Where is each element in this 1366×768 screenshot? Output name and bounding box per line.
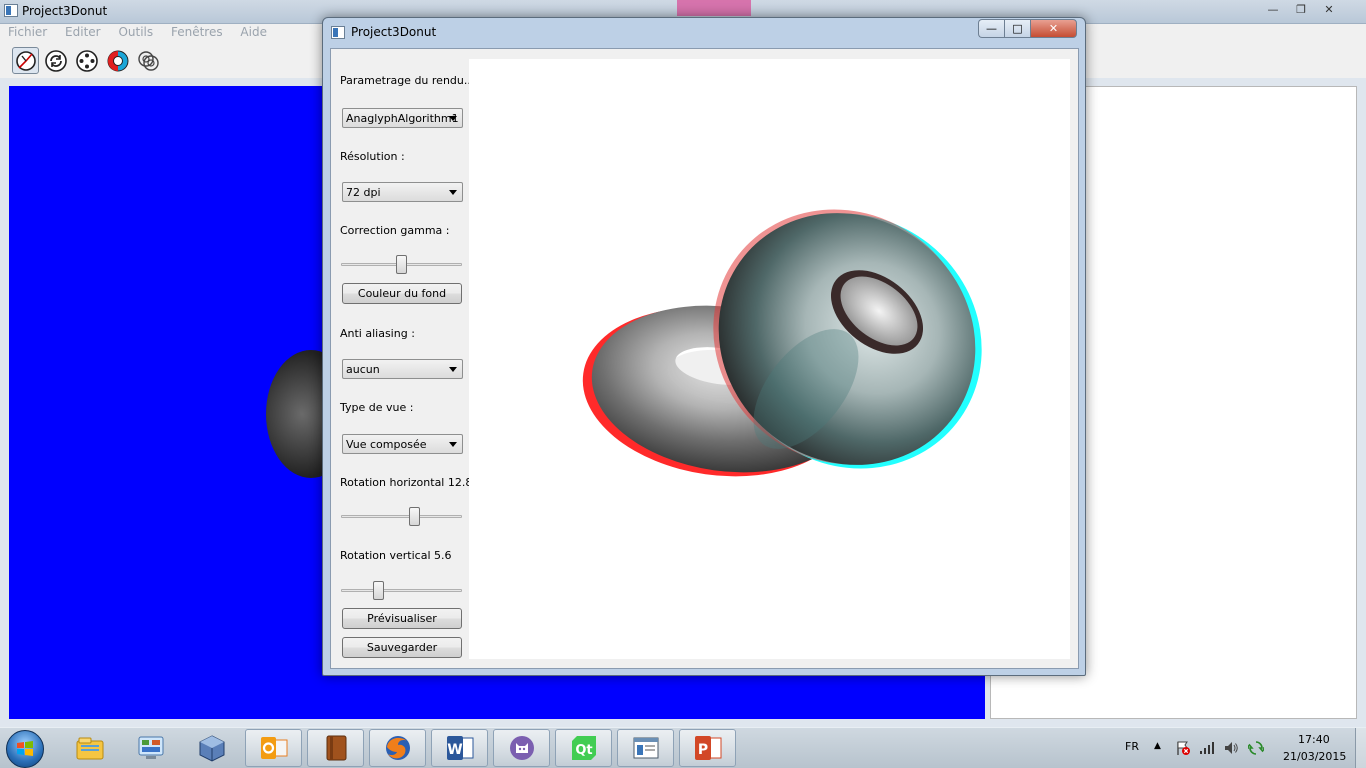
rotation-horizontal-thumb[interactable] xyxy=(409,507,420,526)
rings-icon[interactable] xyxy=(135,47,162,74)
close-icon[interactable]: ✕ xyxy=(1315,0,1343,18)
move-icon[interactable] xyxy=(73,47,100,74)
view-type-label: Type de vue : xyxy=(340,401,414,414)
view-type-value: Vue composée xyxy=(346,438,427,451)
gamma-label: Correction gamma : xyxy=(340,224,450,237)
svg-text:Qt: Qt xyxy=(575,743,592,758)
menu-aide[interactable]: Aide xyxy=(232,24,273,39)
background-color-button[interactable]: Couleur du fond xyxy=(342,283,462,304)
network-signal-icon[interactable] xyxy=(1199,741,1215,755)
dialog-titlebar[interactable]: Project3Donut — □ ✕ xyxy=(323,18,1085,48)
render-settings-label: Parametrage du rendu... xyxy=(340,74,475,87)
compass-icon[interactable] xyxy=(12,47,39,74)
clock-date[interactable]: 21/03/2015 xyxy=(1283,750,1346,763)
chevron-down-icon xyxy=(449,442,457,447)
resolution-label: Résolution : xyxy=(340,150,405,163)
render-preview-area[interactable] xyxy=(469,59,1070,659)
menu-fichier[interactable]: Fichier xyxy=(0,24,53,39)
firefox-icon[interactable] xyxy=(369,729,426,767)
window-app-icon[interactable] xyxy=(617,729,674,767)
taskbar: W Qt P FR ▲ 17:40 21/03/2015 xyxy=(0,727,1366,768)
sync-icon[interactable] xyxy=(1248,740,1264,756)
dialog-close-icon[interactable]: ✕ xyxy=(1030,19,1077,38)
rotation-vertical-label: Rotation vertical 5.6 xyxy=(340,549,452,562)
dialog-title: Project3Donut xyxy=(351,25,437,39)
show-desktop-button[interactable] xyxy=(1355,728,1366,768)
dialog-window-controls: — □ ✕ xyxy=(978,19,1077,38)
clock-time[interactable]: 17:40 xyxy=(1298,733,1330,746)
main-window-title: Project3Donut xyxy=(22,4,108,18)
chevron-down-icon xyxy=(449,190,457,195)
dialog-body: Parametrage du rendu... AnaglyphAlgorith… xyxy=(330,48,1079,669)
virtualbox-icon[interactable] xyxy=(183,729,240,767)
dialog-minimize-icon[interactable]: — xyxy=(978,19,1004,38)
book-icon[interactable] xyxy=(307,729,364,767)
explorer-icon[interactable] xyxy=(61,729,118,767)
resolution-value: 72 dpi xyxy=(346,186,381,199)
dialog-maximize-icon[interactable]: □ xyxy=(1004,19,1030,38)
cat-app-icon[interactable] xyxy=(493,729,550,767)
tray-expand-icon[interactable]: ▲ xyxy=(1154,741,1161,751)
preview-button[interactable]: Prévisualiser xyxy=(342,608,462,629)
resolution-select[interactable]: 72 dpi xyxy=(342,182,463,202)
antialias-value: aucun xyxy=(346,363,380,376)
chevron-down-icon xyxy=(449,116,457,121)
app-icon xyxy=(4,4,18,17)
rotation-vertical-slider[interactable] xyxy=(341,581,462,601)
rotation-horizontal-label: Rotation horizontal 12.8 xyxy=(340,476,473,489)
action-center-flag-icon[interactable] xyxy=(1175,740,1191,756)
render-settings-dialog: Project3Donut — □ ✕ Parametrage du rendu… xyxy=(322,17,1086,676)
qt-creator-icon[interactable]: Qt xyxy=(555,729,612,767)
antialias-label: Anti aliasing : xyxy=(340,327,415,340)
color-wheel-icon[interactable] xyxy=(104,47,131,74)
minimize-icon[interactable]: — xyxy=(1259,0,1287,18)
rotation-horizontal-track xyxy=(341,515,462,518)
rotate-icon[interactable] xyxy=(42,47,69,74)
antialias-select[interactable]: aucun xyxy=(342,359,463,379)
save-button[interactable]: Sauvegarder xyxy=(342,637,462,658)
word-icon[interactable]: W xyxy=(431,729,488,767)
windows-start-icon[interactable] xyxy=(6,730,44,768)
background-tab-highlight xyxy=(677,0,751,16)
render-algorithm-value: AnaglyphAlgorithm1 xyxy=(346,112,459,125)
main-window-controls: — ❐ ✕ xyxy=(1259,0,1343,18)
powerpoint-icon[interactable]: P xyxy=(679,729,736,767)
dialog-app-icon xyxy=(331,26,345,39)
control-panel-icon[interactable] xyxy=(122,729,179,767)
menu-editer[interactable]: Editer xyxy=(57,24,107,39)
menu-fenetres[interactable]: Fenêtres xyxy=(163,24,229,39)
svg-text:P: P xyxy=(697,742,707,758)
language-indicator[interactable]: FR xyxy=(1125,740,1139,753)
render-algorithm-select[interactable]: AnaglyphAlgorithm1 xyxy=(342,108,463,128)
svg-text:W: W xyxy=(447,742,462,758)
rotation-horizontal-slider[interactable] xyxy=(341,507,462,527)
rotation-vertical-thumb[interactable] xyxy=(373,581,384,600)
outlook-icon[interactable] xyxy=(245,729,302,767)
rotation-vertical-track xyxy=(341,589,462,592)
menu-outils[interactable]: Outils xyxy=(110,24,159,39)
anaglyph-donuts-render xyxy=(582,209,982,477)
restore-icon[interactable]: ❐ xyxy=(1287,0,1315,18)
gamma-slider[interactable] xyxy=(341,255,462,275)
chevron-down-icon xyxy=(449,367,457,372)
volume-icon[interactable] xyxy=(1223,740,1239,756)
gamma-slider-thumb[interactable] xyxy=(396,255,407,274)
view-type-select[interactable]: Vue composée xyxy=(342,434,463,454)
